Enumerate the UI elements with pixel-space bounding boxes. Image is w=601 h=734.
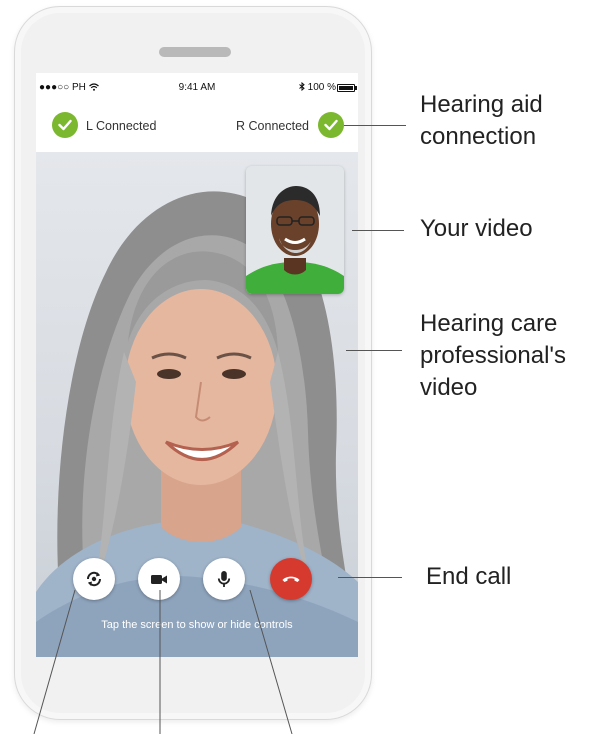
leader-line-end-call	[338, 577, 402, 578]
left-connected-label: L Connected	[86, 119, 157, 133]
right-connected-label: R Connected	[236, 119, 309, 133]
leader-line-connection	[344, 125, 406, 126]
callout-your-video: Your video	[420, 215, 533, 242]
phone-frame: ●●●○○ PH 9:41 AM 100 % L Connected R Con…	[14, 6, 372, 720]
mute-button[interactable]	[203, 558, 245, 600]
your-video-image	[246, 166, 344, 294]
video-camera-icon	[151, 575, 167, 584]
status-bar: ●●●○○ PH 9:41 AM 100 %	[36, 73, 358, 97]
rotate-camera-icon	[86, 571, 102, 587]
phone-speaker	[159, 47, 231, 57]
bluetooth-icon	[299, 81, 305, 92]
switch-camera-button[interactable]	[73, 558, 115, 600]
callout-end-call: End call	[426, 563, 512, 590]
call-controls	[73, 558, 323, 602]
battery-percent: 100 %	[307, 82, 336, 93]
callout-hearing-aid-connection: Hearing aid connection	[420, 91, 543, 150]
phone-hangup-icon	[282, 576, 300, 582]
left-connected-check-icon	[52, 112, 78, 138]
end-call-button[interactable]	[270, 558, 312, 600]
battery-icon	[337, 84, 357, 92]
your-video[interactable]	[246, 166, 344, 294]
video-toggle-button[interactable]	[138, 558, 180, 600]
app-screen: ●●●○○ PH 9:41 AM 100 % L Connected R Con…	[36, 73, 358, 657]
hearing-aid-connection-bar: L Connected R Connected	[36, 97, 358, 152]
callout-professional-video: Hearing care professional's video	[420, 310, 566, 401]
controls-hint: Tap the screen to show or hide controls	[101, 619, 293, 631]
leader-line-your-video	[352, 230, 404, 231]
leader-line-professional-video	[346, 350, 402, 351]
microphone-icon	[217, 571, 231, 587]
status-right: 100 %	[299, 81, 336, 93]
right-connected-check-icon	[318, 112, 344, 138]
professional-video[interactable]: Tap the screen to show or hide controls	[36, 152, 358, 657]
